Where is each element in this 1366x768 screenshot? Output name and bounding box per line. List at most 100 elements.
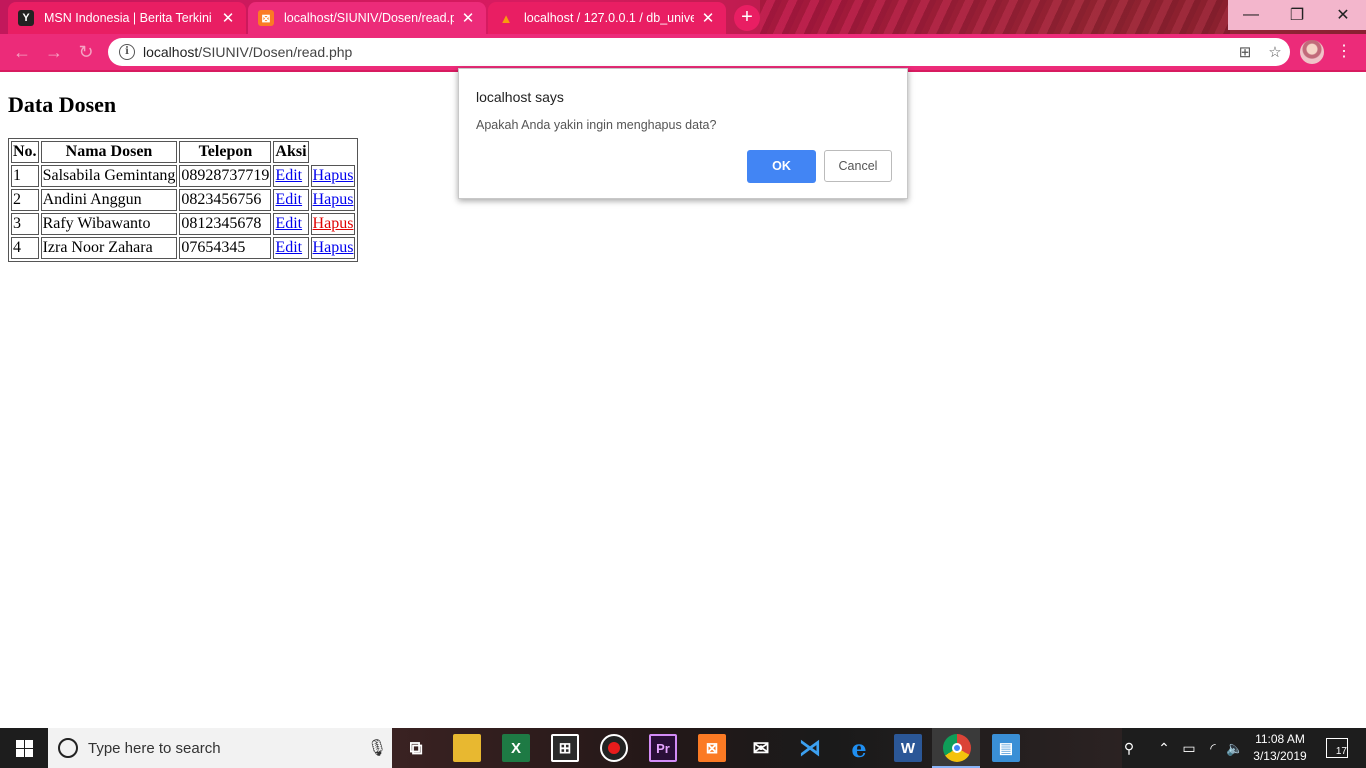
close-tab-icon[interactable]: ✕ — [220, 9, 236, 27]
store-icon[interactable]: ⊞ — [551, 734, 579, 762]
table-row: 3 Rafy Wibawanto 0812345678 Edit Hapus — [11, 213, 356, 235]
cell-nama: Izra Noor Zahara — [40, 237, 178, 259]
msn-icon: Y — [18, 10, 34, 26]
cell-edit: Edit — [273, 237, 309, 259]
cell-hapus: Hapus — [310, 189, 356, 211]
header-empty — [311, 141, 356, 163]
edge-icon[interactable]: e — [845, 734, 873, 763]
clock-date: 3/13/2019 — [1253, 749, 1307, 763]
tab-phpmyadmin[interactable]: ▲ localhost / 127.0.0.1 / db_univers ✕ — [488, 2, 726, 34]
battery-icon[interactable]: ▭ — [1178, 728, 1200, 768]
edit-link[interactable]: Edit — [275, 191, 302, 208]
tab-title: localhost / 127.0.0.1 / db_univers — [524, 11, 694, 25]
taskbar-search-box[interactable]: Type here to search 🎙 — [48, 728, 392, 768]
cell-nama: Andini Anggun — [40, 189, 178, 211]
hapus-link[interactable]: Hapus — [313, 191, 354, 208]
wifi-icon[interactable]: ◜ — [1202, 728, 1224, 768]
tab-read-php[interactable]: ⊠ localhost/SIUNIV/Dosen/read.ph ✕ — [248, 2, 486, 34]
close-tab-icon[interactable]: ✕ — [700, 9, 716, 27]
excel-icon[interactable]: X — [502, 734, 530, 762]
reload-icon[interactable]: ↻ — [74, 40, 98, 64]
restore-icon[interactable]: ❐ — [1274, 0, 1320, 30]
chrome-icon[interactable] — [943, 734, 971, 762]
cell-hapus: Hapus — [310, 237, 356, 259]
file-explorer-icon[interactable] — [453, 734, 481, 762]
cell-edit: Edit — [273, 189, 309, 211]
cell-no: 4 — [11, 237, 39, 259]
cell-telepon: 07654345 — [179, 237, 272, 259]
system-clock[interactable]: 11:08 AM 3/13/2019 — [1244, 731, 1316, 765]
chevron-up-icon[interactable]: ⌃ — [1152, 728, 1176, 768]
cell-nama: Salsabila Gemintang — [40, 165, 178, 187]
minimize-icon[interactable]: — — [1228, 0, 1274, 30]
new-tab-button[interactable]: + — [734, 5, 760, 31]
profile-avatar[interactable] — [1300, 40, 1324, 64]
clock-time: 11:08 AM — [1255, 732, 1305, 746]
browser-toolbar: ← → ↻ i localhost/SIUNIV/Dosen/read.php … — [0, 34, 1366, 70]
edit-link[interactable]: Edit — [275, 239, 302, 256]
cell-telepon: 0812345678 — [179, 213, 272, 235]
cell-edit: Edit — [273, 165, 309, 187]
ok-button[interactable]: OK — [747, 150, 816, 183]
search-placeholder: Type here to search — [88, 739, 221, 757]
microphone-icon[interactable]: 🎙 — [362, 738, 392, 758]
header-telepon: Telepon — [179, 141, 272, 163]
cell-hapus: Hapus — [310, 213, 356, 235]
cell-no: 2 — [11, 189, 39, 211]
translate-icon[interactable]: ⊞ — [1230, 43, 1260, 61]
header-aksi: Aksi — [273, 141, 309, 163]
dialog-title: localhost says — [476, 89, 564, 105]
task-view-icon[interactable]: ⧉ — [402, 734, 430, 762]
word-icon[interactable]: W — [894, 734, 922, 762]
volume-icon[interactable]: 🔈 — [1224, 728, 1246, 768]
back-icon[interactable]: ← — [10, 40, 34, 64]
close-tab-icon[interactable]: ✕ — [460, 9, 476, 27]
url-path: /SIUNIV/Dosen/read.php — [198, 44, 353, 60]
windows-taskbar: Type here to search 🎙 ⧉ X ⊞ Pr ⊠ ✉ ⋊ e W… — [0, 728, 1366, 768]
table-row: 1 Salsabila Gemintang 08928737719 Edit H… — [11, 165, 356, 187]
edit-link[interactable]: Edit — [275, 167, 302, 184]
bookmark-star-icon[interactable]: ☆ — [1260, 43, 1290, 61]
page-title: Data Dosen — [8, 92, 117, 117]
title-bar-theme-art — [760, 0, 1230, 34]
address-bar[interactable]: i localhost/SIUNIV/Dosen/read.php ⊞ ☆ — [108, 38, 1290, 66]
site-info-icon[interactable]: i — [119, 44, 135, 60]
xampp-icon[interactable]: ⊠ — [698, 734, 726, 762]
tab-msn[interactable]: Y MSN Indonesia | Berita Terkini Ha ✕ — [8, 2, 246, 34]
vscode-icon[interactable]: ⋊ — [796, 734, 824, 762]
menu-dots-icon[interactable]: ⋮ — [1336, 40, 1352, 64]
start-button[interactable] — [0, 728, 48, 768]
hapus-link-active[interactable]: Hapus — [313, 215, 354, 232]
cell-telepon: 08928737719 — [179, 165, 272, 187]
cell-no: 1 — [11, 165, 39, 187]
premiere-icon[interactable]: Pr — [649, 734, 677, 762]
url-text[interactable]: localhost/SIUNIV/Dosen/read.php — [143, 44, 1230, 60]
hapus-link[interactable]: Hapus — [313, 239, 354, 256]
table-row: 4 Izra Noor Zahara 07654345 Edit Hapus — [11, 237, 356, 259]
dialog-message: Apakah Anda yakin ingin menghapus data? — [476, 118, 717, 132]
close-window-icon[interactable]: ✕ — [1320, 0, 1366, 30]
record-icon[interactable] — [600, 734, 628, 762]
cortana-icon — [58, 738, 78, 758]
action-center-icon[interactable]: 17 — [1326, 738, 1348, 758]
cell-hapus: Hapus — [310, 165, 356, 187]
notification-count: 17 — [1335, 746, 1347, 757]
control-panel-icon[interactable]: ▤ — [992, 734, 1020, 762]
hapus-link[interactable]: Hapus — [313, 167, 354, 184]
url-host: localhost — [143, 44, 199, 60]
cell-edit: Edit — [273, 213, 309, 235]
edit-link[interactable]: Edit — [275, 215, 302, 232]
mail-icon[interactable]: ✉ — [747, 734, 775, 762]
window-controls: — ❐ ✕ — [1228, 0, 1366, 30]
header-nama-dosen: Nama Dosen — [40, 141, 178, 163]
cell-no: 3 — [11, 213, 39, 235]
people-icon[interactable]: ⚲ — [1116, 728, 1142, 768]
tab-title: localhost/SIUNIV/Dosen/read.ph — [284, 11, 454, 25]
table-header-row: No. Nama Dosen Telepon Aksi — [11, 141, 355, 163]
dosen-table: No. Nama Dosen Telepon Aksi 1 Salsabila … — [8, 138, 359, 262]
cancel-button[interactable]: Cancel — [824, 150, 892, 182]
windows-logo-icon — [15, 739, 33, 757]
xampp-icon: ⊠ — [258, 10, 274, 26]
tab-title: MSN Indonesia | Berita Terkini Ha — [44, 11, 214, 25]
forward-icon[interactable]: → — [42, 40, 66, 64]
